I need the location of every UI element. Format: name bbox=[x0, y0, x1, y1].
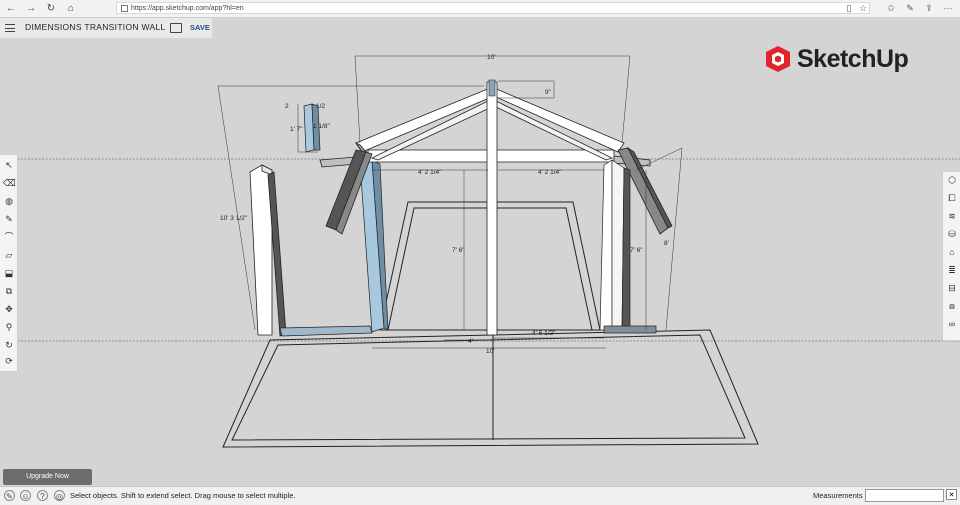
measurements-clear-icon[interactable]: ✕ bbox=[946, 489, 957, 500]
model-viewport[interactable]: 10' 9" 10' 3 1/2" 2 1/2 1' 7" 1 1/8" 4' … bbox=[0, 0, 960, 504]
status-hint: Select objects. Shift to extend select. … bbox=[70, 491, 296, 500]
dim-bottom-small: 4' bbox=[468, 338, 473, 345]
dim-rafter-rise: 9" bbox=[545, 89, 552, 96]
tape-icon[interactable]: ⚲ bbox=[3, 321, 15, 333]
left-sill bbox=[279, 325, 373, 337]
dim-bottom-total: 10' bbox=[486, 348, 494, 355]
offset-icon[interactable]: ⧉ bbox=[3, 285, 15, 297]
dim-detail-left: 2 bbox=[285, 103, 289, 110]
left-blue-stud bbox=[359, 159, 389, 333]
dim-overall-width: 10' bbox=[487, 54, 495, 61]
move-icon[interactable]: ✥ bbox=[3, 303, 15, 315]
upgrade-button[interactable]: Upgrade Now bbox=[3, 469, 92, 485]
dim-detail-a: 1' 7" bbox=[290, 126, 303, 133]
help-icon[interactable]: ? bbox=[37, 490, 48, 501]
dim-post-height: 10' 3 1/2" bbox=[220, 215, 248, 222]
dim-bay-left: 4' 2 1/4" bbox=[418, 169, 442, 176]
rotate-icon[interactable]: ↻ bbox=[3, 339, 15, 351]
right-studs bbox=[599, 159, 631, 331]
measurements-input[interactable] bbox=[865, 489, 944, 502]
dim-bottom-span: 4' 6 1/2" bbox=[532, 330, 556, 337]
display-icon[interactable]: ∞ bbox=[946, 318, 958, 330]
push-pull-icon[interactable]: ⬓ bbox=[3, 267, 15, 279]
dim-detail-b: 1 1/8" bbox=[313, 123, 330, 130]
left-post bbox=[249, 164, 287, 337]
center-post bbox=[486, 81, 498, 336]
styles-icon[interactable]: ⛁ bbox=[946, 228, 958, 240]
dim-detail-right: 1/2 bbox=[316, 103, 325, 110]
rectangle-icon[interactable]: ▱ bbox=[3, 249, 15, 261]
dim-bay-right: 4' 2 1/4" bbox=[538, 169, 562, 176]
arc-icon[interactable]: ⌒ bbox=[3, 231, 15, 243]
dim-right-height: 7' 6" bbox=[630, 247, 643, 254]
ridge-block bbox=[488, 79, 496, 97]
scenes-icon[interactable]: ⌂ bbox=[946, 246, 958, 258]
eraser-icon[interactable]: ⌫ bbox=[3, 177, 16, 189]
materials-icon[interactable]: ≋ bbox=[946, 210, 958, 222]
status-bar: ✎ ☺ ? ◎ Select objects. Shift to extend … bbox=[0, 486, 960, 505]
pencil-icon[interactable]: ✎ bbox=[3, 213, 15, 225]
right-panel-palette: ⬡ ⧠ ≋ ⛁ ⌂ ≣ ⊟ ⧇ ∞ bbox=[942, 171, 960, 341]
entity-info-icon[interactable]: ⬡ bbox=[946, 174, 958, 186]
left-tool-palette: ↖ ⌫ ◍ ✎ ⌒ ▱ ⬓ ⧉ ✥ ⚲ ↻ ⟳ bbox=[0, 154, 18, 372]
user-icon[interactable]: ☺ bbox=[20, 490, 31, 501]
outliner-icon[interactable]: ⊟ bbox=[946, 282, 958, 294]
paint-icon[interactable]: ◍ bbox=[3, 195, 15, 207]
right-sill bbox=[603, 325, 657, 334]
components-icon[interactable]: ⧠ bbox=[946, 192, 958, 204]
select-icon[interactable]: ↖ bbox=[3, 159, 15, 171]
dim-center-height: 7' 6" bbox=[452, 247, 465, 254]
layers-icon[interactable]: ≣ bbox=[946, 264, 958, 276]
instructor-icon[interactable]: ✎ bbox=[4, 490, 15, 501]
globe-icon[interactable]: ◎ bbox=[54, 490, 65, 501]
measurements-label: Measurements bbox=[813, 491, 863, 500]
views-icon[interactable]: ⧇ bbox=[946, 300, 958, 312]
orbit-icon[interactable]: ⟳ bbox=[3, 355, 15, 367]
dim-right-total: 8' bbox=[664, 240, 669, 247]
